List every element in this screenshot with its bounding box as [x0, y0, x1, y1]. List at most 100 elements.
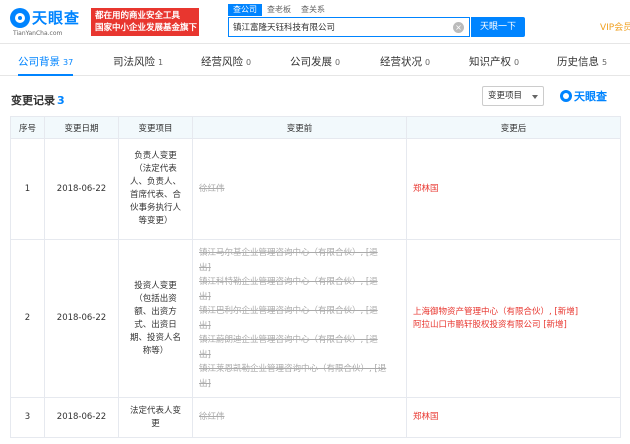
row-after: 上海御物资产管理中心（有限合伙）, [新增] 阿拉山口市鹏轩股权投资有限公司 [… [406, 239, 621, 398]
tab-count: 0 [246, 58, 252, 67]
clear-icon[interactable]: × [453, 22, 464, 33]
item-line: 投资人变更 [134, 280, 177, 291]
header-date: 变更日期 [44, 116, 119, 139]
tab-search-company[interactable]: 查公司 [228, 4, 262, 16]
tab-operating-status[interactable]: 经营状况 0 [380, 48, 430, 76]
tab-count: 0 [514, 58, 520, 67]
table-row: 2 2018-06-22 投资人变更 （包括出资 额、出资方 式、出资日 期、投… [10, 239, 621, 398]
header-index: 序号 [10, 116, 45, 139]
item-line: （包括出资 [134, 293, 177, 304]
watermark-logo: 天眼查 [560, 88, 620, 104]
tab-history[interactable]: 历史信息 5 [557, 48, 607, 76]
watermark-text: 天眼查 [574, 90, 607, 103]
before-value: 出] [199, 291, 211, 302]
after-value: 上海御物资产管理中心（有限合伙）, [新增] [413, 306, 579, 317]
logo[interactable]: 天眼查 TianYanCha.com [10, 6, 86, 38]
promo-banner[interactable]: 都在用的商业安全工具 国家中小企业发展基金旗下 [91, 8, 199, 36]
row-date: 2018-06-22 [44, 239, 119, 398]
row-before: 徐红伟 [192, 138, 407, 240]
row-item: 法定代表人变 更 [118, 397, 193, 438]
item-line: 法定代表人变 [129, 405, 181, 416]
filter-label: 变更项目 [488, 91, 523, 101]
tab-count: 5 [602, 58, 608, 67]
vip-link[interactable]: VIP会员 [600, 20, 630, 33]
eye-logo-icon [10, 8, 30, 28]
item-line: （法定代表 [134, 164, 177, 174]
item-line: 负责人变更 [134, 151, 177, 161]
header-after: 变更后 [406, 116, 621, 139]
item-line: 式、出资日 [134, 319, 177, 330]
tab-search-relation[interactable]: 查关系 [296, 4, 330, 16]
row-index: 1 [10, 138, 45, 240]
item-line: 伙事务执行人 [129, 203, 181, 213]
tab-label: 公司背景 [18, 56, 60, 68]
table-row: 3 2018-06-22 法定代表人变 更 徐红伟 郑林国 [10, 397, 621, 438]
before-value: 徐红伟 [199, 412, 225, 423]
item-line: 等变更） [138, 216, 173, 226]
tab-count: 0 [335, 58, 341, 67]
row-before: 徐红伟 [192, 397, 407, 438]
after-value: 郑林国 [413, 183, 439, 194]
row-item: 负责人变更 （法定代表 人、负责人、 首席代表、合 伙事务执行人 等变更） [118, 138, 193, 240]
tab-search-boss[interactable]: 查老板 [262, 4, 296, 16]
company-nav: 公司背景 37 司法风险 1 经营风险 0 公司发展 0 经营状况 0 知识产权 0 历史信… [0, 48, 630, 76]
before-value: 镇江巴利尔企业管理咨询中心（有限合伙）, [退 [199, 306, 378, 316]
search-input[interactable] [233, 21, 453, 33]
before-value: 镇江科特勒企业管理咨询中心（有限合伙）, [退 [199, 277, 378, 287]
tab-company-development[interactable]: 公司发展 0 [290, 48, 340, 76]
item-line: 首席代表、合 [129, 190, 181, 200]
tab-label: 知识产权 [469, 56, 511, 68]
tab-label: 公司发展 [290, 56, 332, 68]
chevron-down-icon [532, 95, 538, 99]
logo-name: 天眼查 [32, 9, 81, 27]
promo-line-1: 都在用的商业安全工具 [95, 11, 181, 21]
tab-company-background[interactable]: 公司背景 37 [18, 48, 74, 76]
search-box: × [228, 17, 470, 37]
logo-url: TianYanCha.com [13, 30, 63, 37]
tab-label: 经营状况 [380, 56, 422, 68]
before-value: 出] [199, 320, 211, 331]
item-line: 更 [151, 418, 160, 429]
tab-business-risk[interactable]: 经营风险 0 [201, 48, 251, 76]
promo-line-2: 国家中小企业发展基金旗下 [95, 23, 198, 33]
before-value: 出] [199, 349, 211, 360]
table-row: 1 2018-06-22 负责人变更 （法定代表 人、负责人、 首席代表、合 伙… [10, 138, 621, 240]
row-after: 郑林国 [406, 138, 621, 240]
tab-judicial-risk[interactable]: 司法风险 1 [113, 48, 163, 76]
after-value: 阿拉山口市鹏轩股权投资有限公司 [新增] [413, 319, 567, 330]
tab-label: 经营风险 [201, 56, 243, 68]
tab-label: 历史信息 [557, 56, 599, 68]
row-date: 2018-06-22 [44, 397, 119, 438]
change-item-filter[interactable]: 变更项目 [482, 86, 544, 106]
table-header-row: 序号 变更日期 变更项目 变更前 变更后 [10, 116, 621, 139]
before-value: 出] [199, 378, 211, 389]
before-value: 镇江马尔基企业管理咨询中心（有限合伙）, [退 [199, 248, 378, 258]
header-item: 变更项目 [118, 116, 193, 139]
tab-intellectual-property[interactable]: 知识产权 0 [469, 48, 519, 76]
search-button[interactable]: 天眼一下 [471, 17, 525, 37]
section-title-text: 变更记录 [11, 94, 55, 107]
header-before: 变更前 [192, 116, 407, 139]
tab-label: 司法风险 [113, 56, 155, 68]
item-line: 称等） [142, 345, 169, 356]
section-title: 变更记录 3 [11, 92, 65, 108]
before-value: 徐红伟 [199, 183, 225, 194]
item-line: 人、负责人、 [129, 177, 181, 187]
before-value: 镇江蔚朗迪企业管理咨询中心（有限合伙）, [退 [199, 335, 378, 345]
tab-count: 37 [63, 58, 74, 67]
tab-count: 1 [158, 58, 164, 67]
change-records-table: 序号 变更日期 变更项目 变更前 变更后 1 2018-06-22 负责人变更 … [10, 116, 621, 438]
row-item: 投资人变更 （包括出资 额、出资方 式、出资日 期、投资人名 称等） [118, 239, 193, 398]
section-count: 3 [57, 94, 65, 107]
item-line: 期、投资人名 [129, 332, 181, 343]
before-value: 镇江莱恩凯勒企业管理咨询中心（有限合伙）, [退 [199, 364, 387, 374]
row-after: 郑林国 [406, 397, 621, 438]
top-bar: 天眼查 TianYanCha.com 都在用的商业安全工具 国家中小企业发展基金… [0, 0, 630, 44]
search-type-tabs: 查公司 查老板 查关系 [228, 4, 330, 16]
row-date: 2018-06-22 [44, 138, 119, 240]
item-line: 额、出资方 [134, 306, 177, 317]
after-value: 郑林国 [413, 412, 439, 422]
row-before: 镇江马尔基企业管理咨询中心（有限合伙）, [退 出] 镇江科特勒企业管理咨询中心… [192, 239, 407, 398]
row-index: 2 [10, 239, 45, 398]
eye-logo-icon [560, 90, 572, 102]
